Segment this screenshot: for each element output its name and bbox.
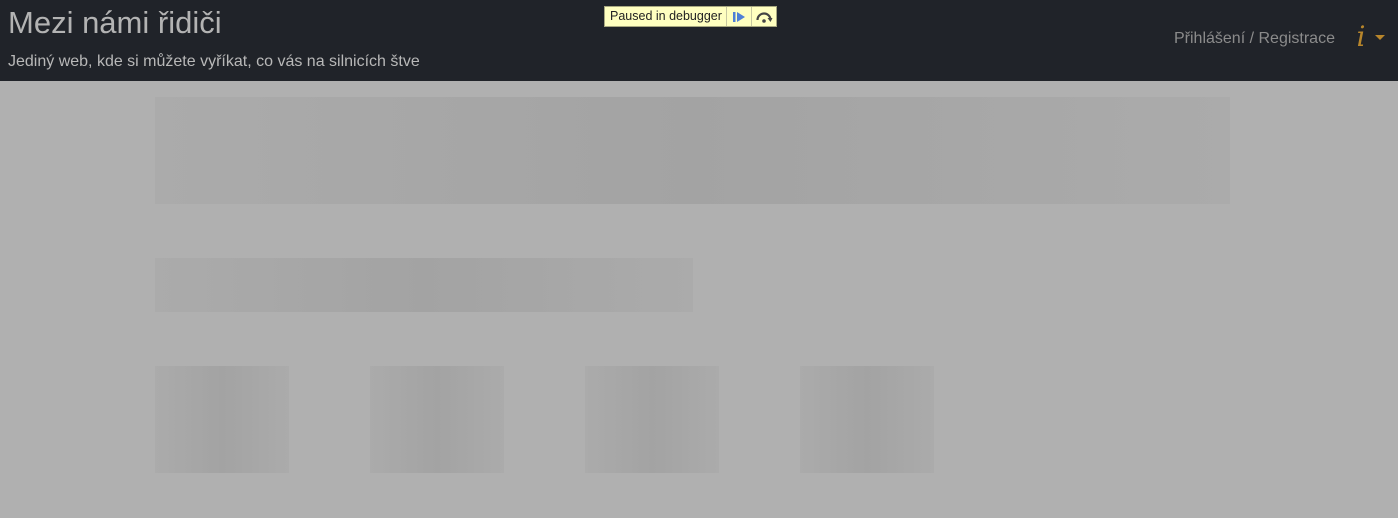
login-register-link[interactable]: Přihlášení / Registrace <box>1174 29 1335 49</box>
skeleton-banner-placeholder <box>155 97 1230 204</box>
resume-button[interactable] <box>725 7 751 26</box>
page: Mezi námi řidiči Jediný web, kde si může… <box>0 0 1398 518</box>
skeleton-card-placeholder <box>800 366 934 473</box>
debugger-status-label: Paused in debugger <box>610 9 722 23</box>
skeleton-card-placeholder <box>585 366 719 473</box>
debugger-paused-banner: Paused in debugger <box>604 6 777 27</box>
info-icon: i <box>1356 20 1366 53</box>
skeleton-heading-placeholder <box>155 258 693 312</box>
site-subtitle: Jediný web, kde si můžete vyříkat, co vá… <box>8 53 420 70</box>
skeleton-card-placeholder <box>155 366 289 473</box>
site-title[interactable]: Mezi námi řidiči <box>8 5 222 41</box>
info-menu-toggle[interactable]: i <box>1352 20 1388 54</box>
step-over-button[interactable] <box>750 7 776 26</box>
chevron-down-icon <box>1375 34 1385 40</box>
resume-icon <box>732 11 745 22</box>
skeleton-card-placeholder <box>370 366 504 473</box>
step-over-icon <box>756 11 773 23</box>
